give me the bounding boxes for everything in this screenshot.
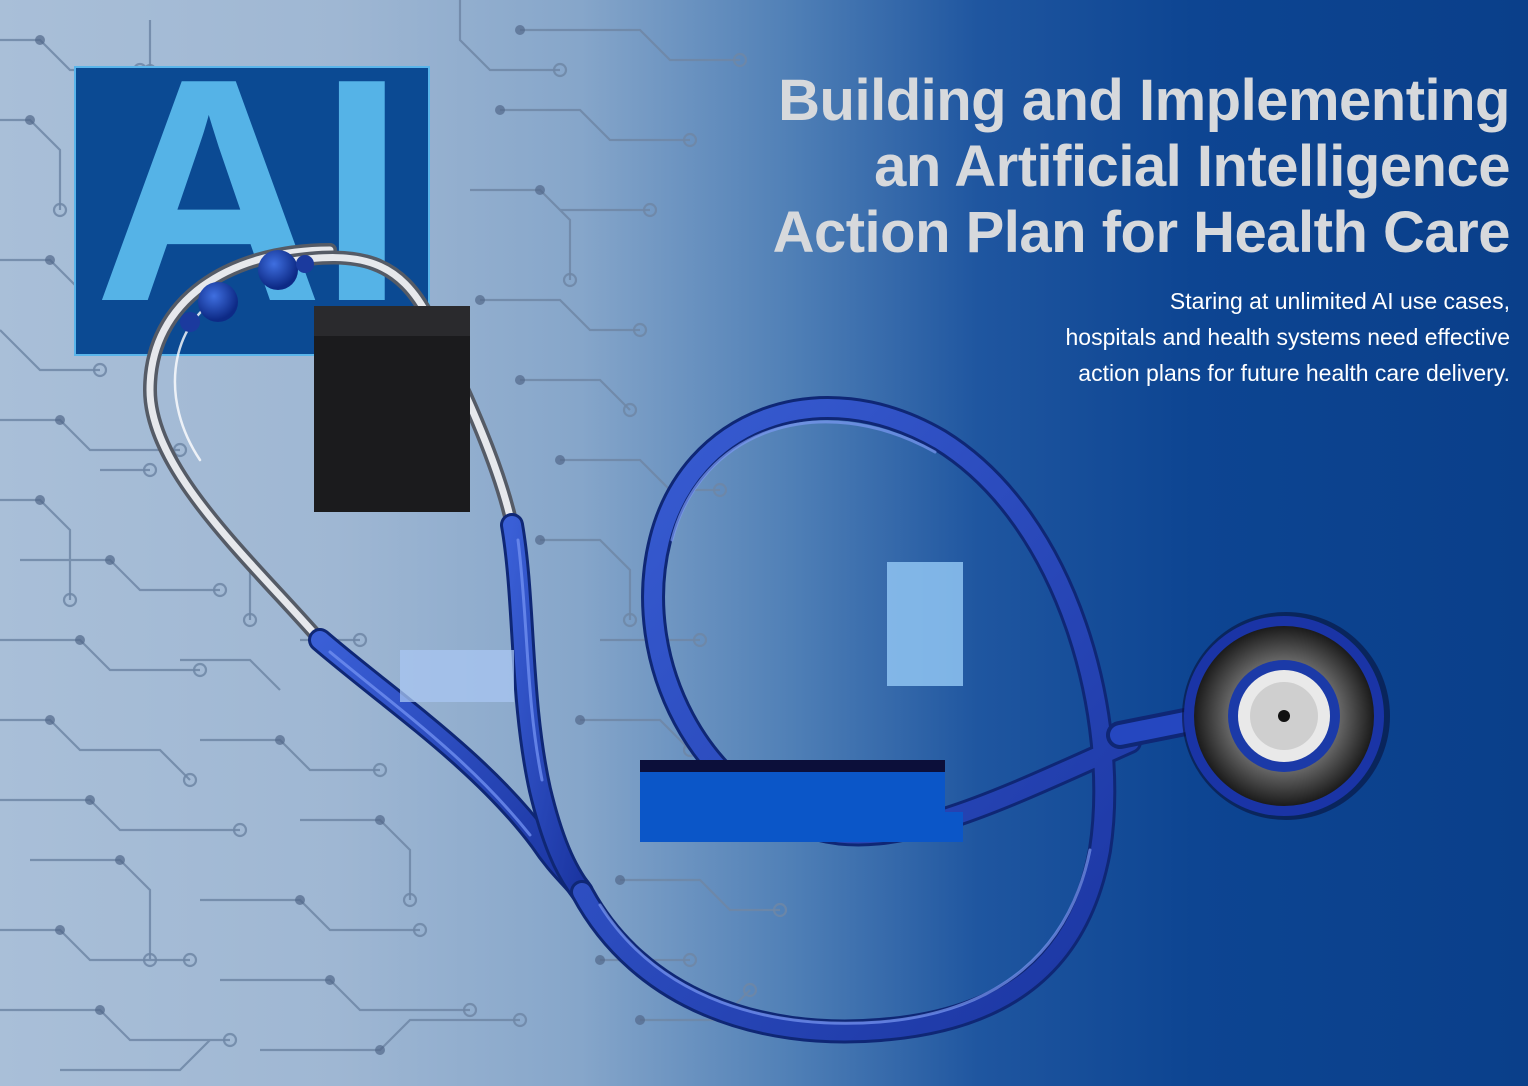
subheadline: Staring at unlimited AI use cases, hospi… — [810, 283, 1510, 391]
headline-line: Action Plan for Health Care — [772, 200, 1511, 265]
headline: Building and Implementing an Artificial … — [610, 68, 1511, 266]
chestpiece-icon — [1182, 612, 1390, 820]
left-eartip-icon — [198, 282, 238, 322]
subheadline-line: action plans for future health care deli… — [1078, 360, 1510, 386]
light-overlay-panel — [887, 562, 963, 686]
subheadline-line: hospitals and health systems need effect… — [1065, 324, 1510, 350]
blue-overlay-bar — [640, 772, 945, 842]
subheadline-line: Staring at unlimited AI use cases, — [1169, 288, 1510, 314]
light-overlay-box — [400, 650, 514, 702]
right-eartip-icon — [258, 250, 298, 290]
cover-illustration: AI Building and Implementing an Artifici… — [0, 0, 1528, 1086]
headline-line: an Artificial Intelligence — [874, 134, 1510, 199]
dark-panel — [314, 306, 470, 512]
headline-line: Building and Implementing — [778, 68, 1510, 133]
